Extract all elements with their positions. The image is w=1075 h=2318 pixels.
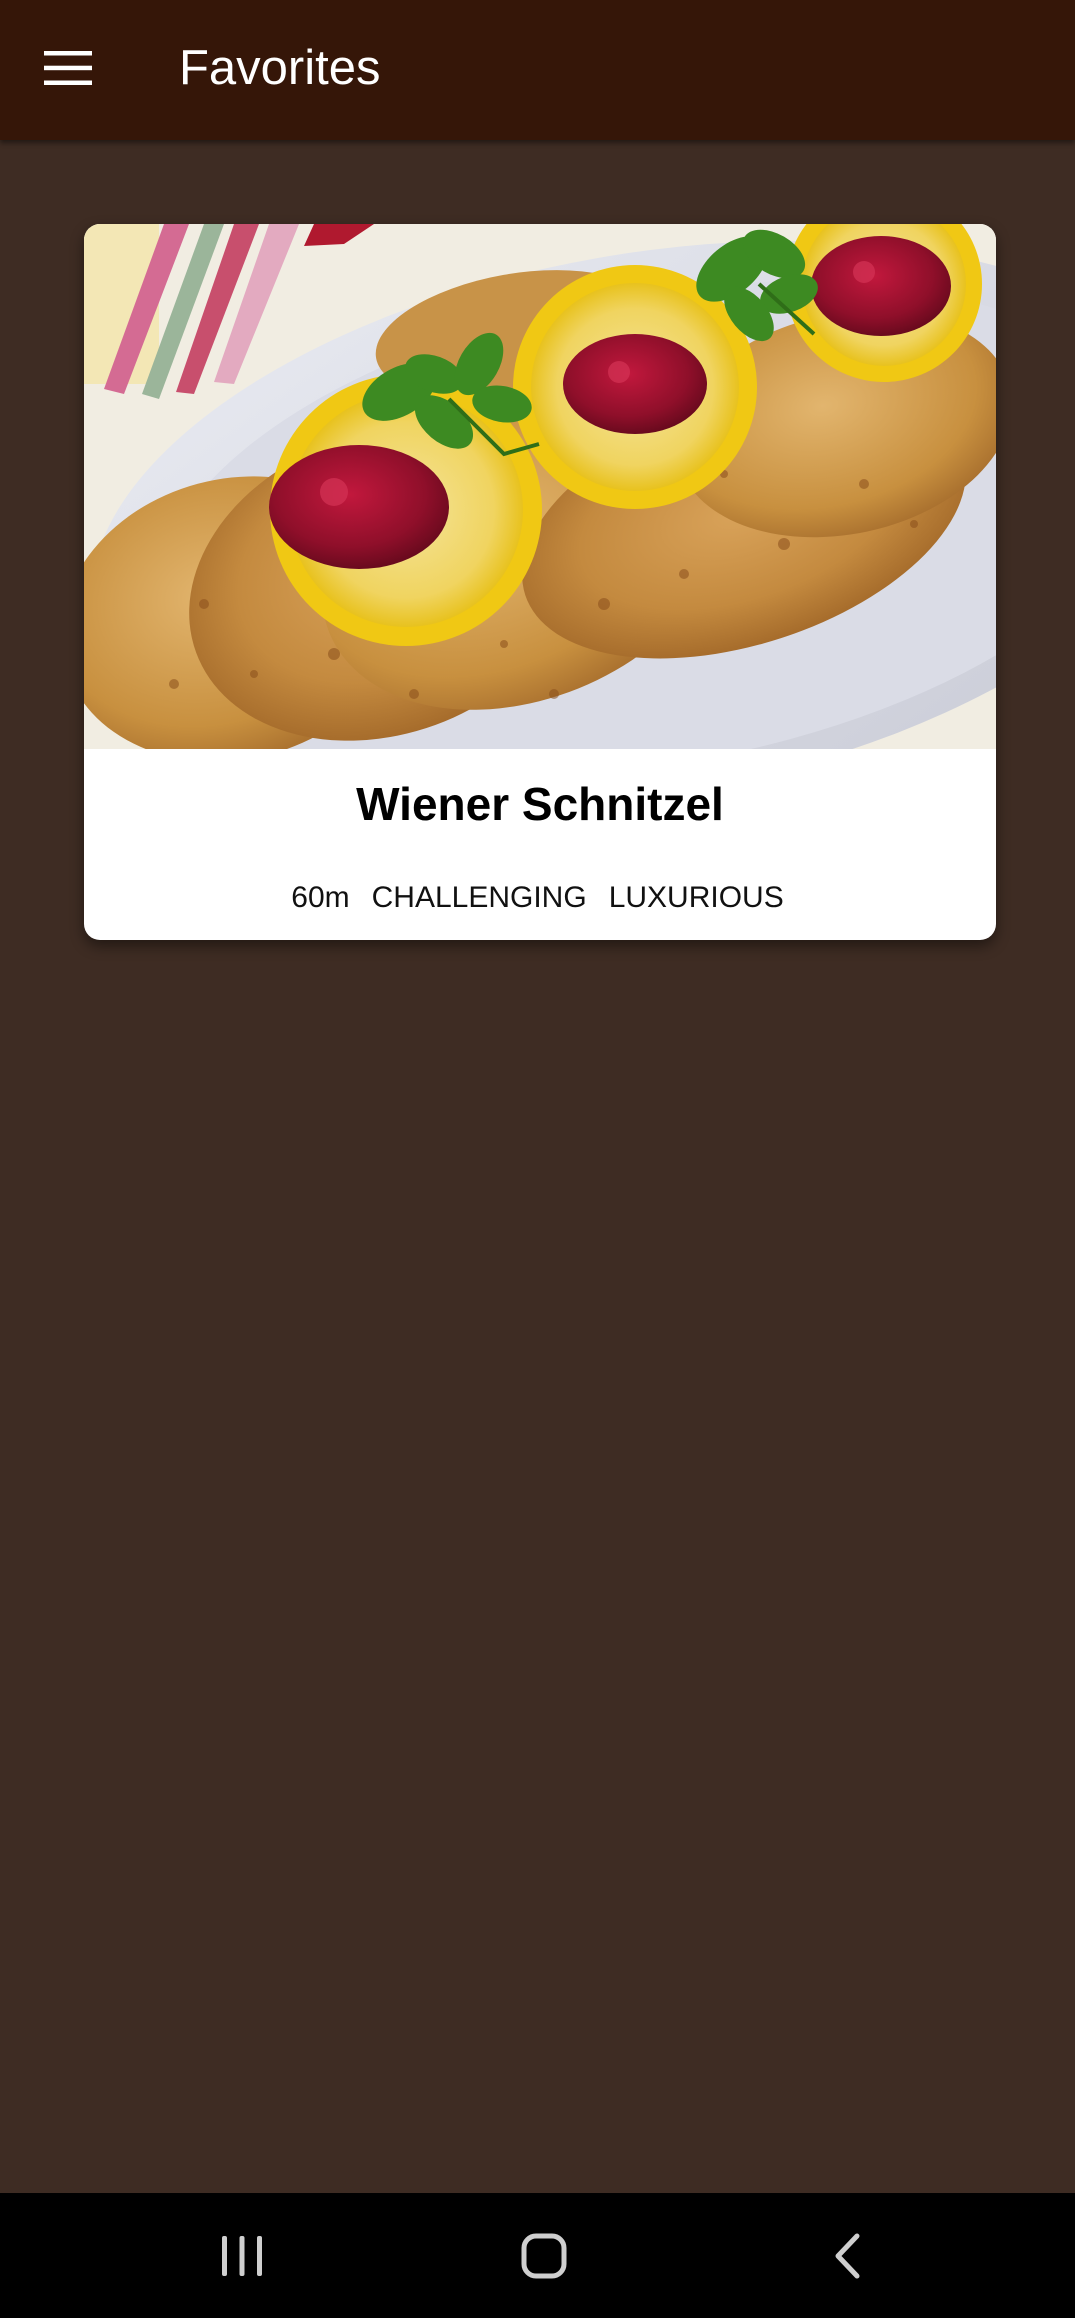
meal-details: 60m CHALLENGING LUXURIOUS — [0, 876, 1075, 920]
recent-apps-button[interactable] — [177, 2211, 307, 2301]
meal-complexity: CHALLENGING — [371, 881, 587, 914]
menu-button[interactable] — [22, 22, 114, 114]
back-icon — [835, 2233, 860, 2279]
app-bar: Favorites — [0, 0, 1075, 140]
back-button[interactable] — [782, 2211, 912, 2301]
page-title: Favorites — [179, 41, 381, 95]
meal-duration: 60m — [291, 881, 350, 914]
system-navigation-bar — [0, 2193, 1075, 2318]
home-icon — [521, 2233, 567, 2279]
home-button[interactable] — [479, 2211, 609, 2301]
meal-title: Wiener Schnitzel — [356, 778, 724, 830]
recent-apps-icon — [222, 2236, 262, 2276]
meal-affordability: LUXURIOUS — [608, 881, 784, 914]
meal-image — [84, 224, 996, 749]
meal-card[interactable]: Wiener Schnitzel — [84, 224, 996, 940]
hamburger-menu-icon — [44, 51, 92, 85]
